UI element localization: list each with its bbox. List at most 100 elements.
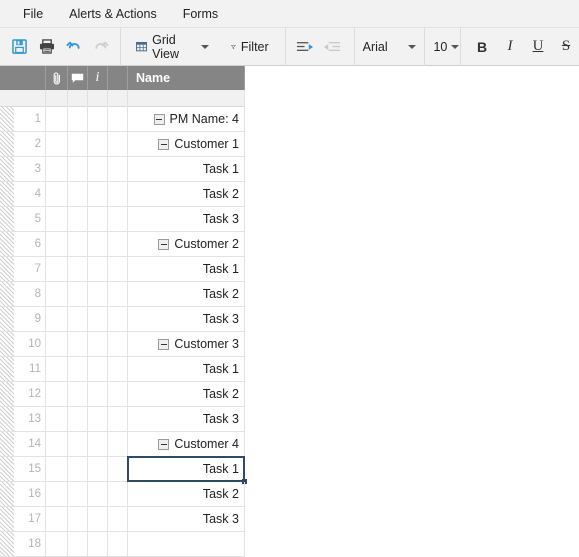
comment-cell[interactable] xyxy=(68,357,88,381)
name-cell[interactable]: Task 2 xyxy=(128,382,245,406)
table-row[interactable]: 17 Task 3 xyxy=(0,507,245,532)
name-cell[interactable]: PM Name: 4 xyxy=(128,107,245,131)
row-number-cell[interactable]: 14 xyxy=(0,432,46,456)
info-cell[interactable] xyxy=(88,482,108,506)
blank-cell[interactable] xyxy=(108,407,128,431)
blank-cell[interactable] xyxy=(108,107,128,131)
info-cell[interactable] xyxy=(88,257,108,281)
info-cell[interactable] xyxy=(88,307,108,331)
info-cell[interactable] xyxy=(88,232,108,256)
blank-cell[interactable] xyxy=(108,282,128,306)
info-cell[interactable] xyxy=(88,357,108,381)
row-number-cell[interactable]: 15 xyxy=(0,457,46,481)
comment-cell[interactable] xyxy=(68,457,88,481)
attachment-cell[interactable] xyxy=(46,432,68,456)
attachment-cell[interactable] xyxy=(46,107,68,131)
blank-cell[interactable] xyxy=(108,457,128,481)
row-number-cell[interactable]: 7 xyxy=(0,257,46,281)
attachment-cell[interactable] xyxy=(46,157,68,181)
table-row[interactable]: 10 Customer 3 xyxy=(0,332,245,357)
comment-cell[interactable] xyxy=(68,182,88,206)
save-button[interactable] xyxy=(6,32,33,62)
table-row[interactable]: 3 Task 1 xyxy=(0,157,245,182)
name-cell[interactable]: Task 3 xyxy=(128,507,245,531)
underline-button[interactable]: U xyxy=(525,32,551,62)
attachment-cell[interactable] xyxy=(46,332,68,356)
strikethrough-button[interactable]: S xyxy=(553,32,579,62)
row-number-cell[interactable]: 5 xyxy=(0,207,46,231)
grid-view-button[interactable]: Grid View xyxy=(129,32,216,62)
column-header-comment[interactable] xyxy=(68,66,88,90)
name-cell[interactable]: Customer 3 xyxy=(128,332,245,356)
comment-cell[interactable] xyxy=(68,507,88,531)
info-cell[interactable] xyxy=(88,382,108,406)
table-row[interactable]: 4 Task 2 xyxy=(0,182,245,207)
indent-increase-button[interactable] xyxy=(292,32,319,62)
blank-cell[interactable] xyxy=(108,132,128,156)
row-number-cell[interactable]: 10 xyxy=(0,332,46,356)
column-header-gutter[interactable] xyxy=(0,66,46,90)
column-header-info[interactable]: i xyxy=(88,66,108,90)
attachment-cell[interactable] xyxy=(46,182,68,206)
row-number-cell[interactable]: 1 xyxy=(0,107,46,131)
table-row[interactable]: 11 Task 1 xyxy=(0,357,245,382)
attachment-cell[interactable] xyxy=(46,257,68,281)
blank-cell[interactable] xyxy=(108,382,128,406)
info-cell[interactable] xyxy=(88,407,108,431)
print-button[interactable] xyxy=(33,32,60,62)
comment-cell[interactable] xyxy=(68,282,88,306)
blank-cell[interactable] xyxy=(108,207,128,231)
blank-cell[interactable] xyxy=(108,532,128,556)
name-cell[interactable] xyxy=(128,532,245,556)
name-cell[interactable]: Task 2 xyxy=(128,482,245,506)
info-cell[interactable] xyxy=(88,107,108,131)
comment-cell[interactable] xyxy=(68,157,88,181)
name-cell[interactable]: Customer 2 xyxy=(128,232,245,256)
column-header-attachment[interactable] xyxy=(46,66,68,90)
row-number-cell[interactable]: 18 xyxy=(0,532,46,556)
table-row[interactable]: 9 Task 3 xyxy=(0,307,245,332)
column-header-blank[interactable] xyxy=(108,66,128,90)
table-row[interactable]: 18 xyxy=(0,532,245,557)
info-cell[interactable] xyxy=(88,507,108,531)
comment-cell[interactable] xyxy=(68,132,88,156)
blank-cell[interactable] xyxy=(108,157,128,181)
column-header-name[interactable]: Name xyxy=(128,66,245,90)
info-cell[interactable] xyxy=(88,182,108,206)
comment-cell[interactable] xyxy=(68,232,88,256)
row-number-cell[interactable]: 13 xyxy=(0,407,46,431)
table-row[interactable]: 8 Task 2 xyxy=(0,282,245,307)
attachment-cell[interactable] xyxy=(46,207,68,231)
name-cell[interactable]: Task 2 xyxy=(128,182,245,206)
attachment-cell[interactable] xyxy=(46,132,68,156)
attachment-cell[interactable] xyxy=(46,282,68,306)
blank-cell[interactable] xyxy=(108,307,128,331)
comment-cell[interactable] xyxy=(68,307,88,331)
info-cell[interactable] xyxy=(88,432,108,456)
table-row[interactable]: 2 Customer 1 xyxy=(0,132,245,157)
row-number-cell[interactable]: 8 xyxy=(0,282,46,306)
row-number-cell[interactable]: 12 xyxy=(0,382,46,406)
comment-cell[interactable] xyxy=(68,407,88,431)
table-row[interactable]: 5 Task 3 xyxy=(0,207,245,232)
collapse-toggle-icon[interactable] xyxy=(153,113,165,125)
menu-file[interactable]: File xyxy=(10,0,56,28)
bold-button[interactable]: B xyxy=(469,32,495,62)
collapse-toggle-icon[interactable] xyxy=(158,338,170,350)
name-cell[interactable]: Task 3 xyxy=(128,307,245,331)
indent-decrease-button[interactable] xyxy=(319,32,346,62)
attachment-cell[interactable] xyxy=(46,457,68,481)
name-cell[interactable]: Customer 1 xyxy=(128,132,245,156)
attachment-cell[interactable] xyxy=(46,407,68,431)
info-cell[interactable] xyxy=(88,132,108,156)
name-cell[interactable]: Task 2 xyxy=(128,282,245,306)
menu-alerts-actions[interactable]: Alerts & Actions xyxy=(56,0,170,28)
name-cell[interactable]: Task 3 xyxy=(128,207,245,231)
comment-cell[interactable] xyxy=(68,532,88,556)
info-cell[interactable] xyxy=(88,207,108,231)
comment-cell[interactable] xyxy=(68,482,88,506)
collapse-toggle-icon[interactable] xyxy=(158,238,170,250)
row-number-cell[interactable]: 6 xyxy=(0,232,46,256)
info-cell[interactable] xyxy=(88,157,108,181)
comment-cell[interactable] xyxy=(68,432,88,456)
